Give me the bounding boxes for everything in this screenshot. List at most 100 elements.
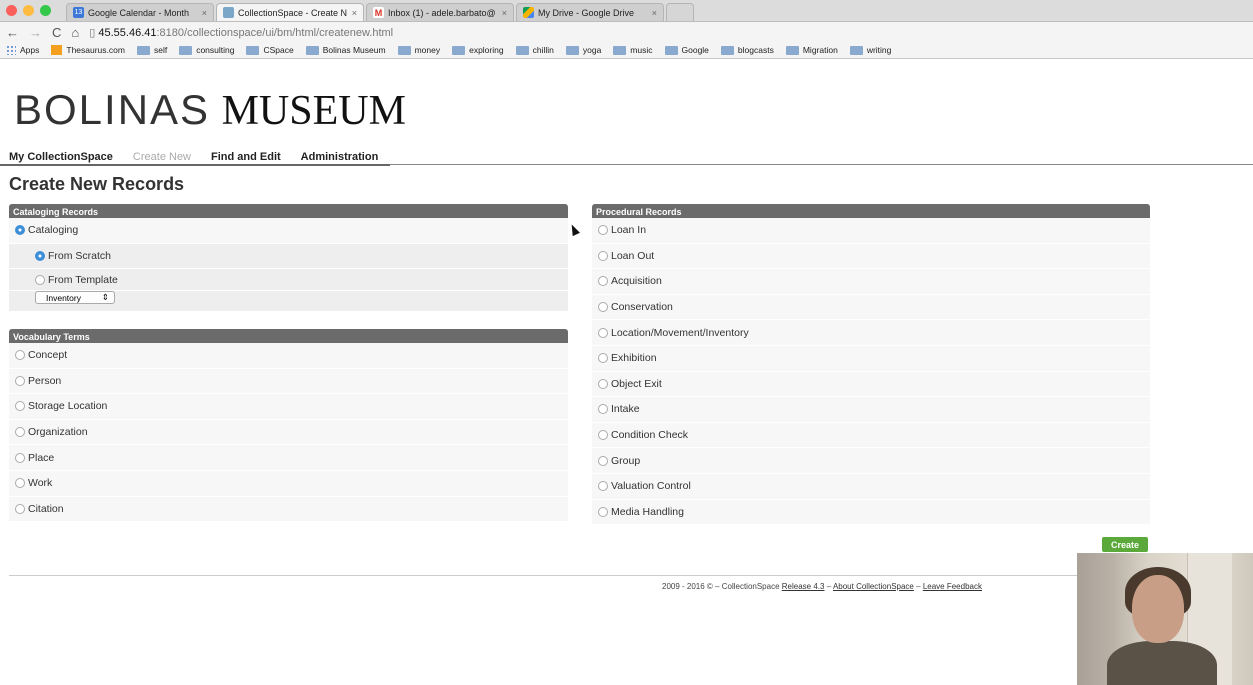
- radio-row-location-movement-inventory[interactable]: Location/Movement/Inventory: [592, 320, 1150, 346]
- forward-arrow-icon[interactable]: →: [29, 25, 42, 40]
- radio-unselected-icon[interactable]: [598, 353, 608, 364]
- bookmark-cspace[interactable]: CSpace: [246, 45, 294, 55]
- bookmarks-bar: Apps Thesaurus.com self consulting CSpac…: [0, 42, 1253, 59]
- radio-row-intake[interactable]: Intake: [592, 397, 1150, 423]
- radio-unselected-icon[interactable]: [598, 481, 608, 492]
- radio-unselected-icon[interactable]: [15, 478, 25, 489]
- radio-unselected-icon[interactable]: [15, 375, 25, 386]
- template-select-row: Inventory ⇕: [9, 291, 568, 311]
- webcam-person-face: [1132, 575, 1184, 643]
- url-field[interactable]: ▯ 45.55.46.41:8180/collectionspace/ui/bm…: [89, 26, 393, 39]
- about-link[interactable]: About CollectionSpace: [833, 582, 914, 591]
- radio-row-media-handling[interactable]: Media Handling: [592, 500, 1150, 526]
- radio-unselected-icon[interactable]: [598, 327, 608, 338]
- radio-row-valuation-control[interactable]: Valuation Control: [592, 474, 1150, 500]
- radio-row-conservation[interactable]: Conservation: [592, 295, 1150, 321]
- browser-tab-calendar[interactable]: 13 Google Calendar - Month ×: [66, 3, 214, 21]
- main-nav: My CollectionSpace Create New Find and E…: [9, 151, 398, 163]
- radio-row-person[interactable]: Person: [9, 369, 568, 395]
- radio-row-loan-out[interactable]: Loan Out: [592, 244, 1150, 270]
- new-tab-button[interactable]: [666, 3, 694, 21]
- feedback-link[interactable]: Leave Feedback: [923, 582, 982, 591]
- bookmark-chillin[interactable]: chillin: [515, 45, 554, 55]
- release-link[interactable]: Release 4.3: [782, 582, 825, 591]
- page-title: Create New Records: [9, 174, 185, 194]
- reload-icon[interactable]: C: [52, 25, 61, 40]
- radio-row-from-scratch[interactable]: From Scratch: [9, 244, 568, 270]
- folder-icon: [179, 45, 193, 55]
- create-button[interactable]: Create: [1102, 537, 1148, 552]
- radio-unselected-icon[interactable]: [598, 225, 608, 236]
- nav-find-and-edit[interactable]: Find and Edit: [211, 151, 288, 163]
- radio-row-storage-location[interactable]: Storage Location: [9, 394, 568, 420]
- radio-row-object-exit[interactable]: Object Exit: [592, 372, 1150, 398]
- bookmark-bolinas-museum[interactable]: Bolinas Museum: [305, 45, 386, 55]
- radio-row-place[interactable]: Place: [9, 445, 568, 471]
- radio-unselected-icon[interactable]: [598, 250, 608, 261]
- footer: 2009 - 2016 © – CollectionSpace Release …: [662, 582, 982, 591]
- close-window-icon[interactable]: [6, 5, 17, 16]
- close-tab-icon[interactable]: ×: [652, 8, 657, 18]
- radio-row-citation[interactable]: Citation: [9, 497, 568, 523]
- radio-row-concept[interactable]: Concept: [9, 343, 568, 369]
- cataloging-panel: Cataloging Records Cataloging From Scrat…: [9, 204, 568, 312]
- radio-unselected-icon[interactable]: [598, 378, 608, 389]
- close-tab-icon[interactable]: ×: [352, 8, 357, 18]
- browser-tab-collectionspace[interactable]: CollectionSpace - Create N ×: [216, 3, 364, 21]
- nav-administration[interactable]: Administration: [301, 151, 386, 163]
- radio-row-loan-in[interactable]: Loan In: [592, 218, 1150, 244]
- nav-create-new[interactable]: Create New: [133, 151, 198, 163]
- radio-unselected-icon[interactable]: [15, 427, 25, 438]
- browser-tab-drive[interactable]: My Drive - Google Drive ×: [516, 3, 664, 21]
- close-tab-icon[interactable]: ×: [202, 8, 207, 18]
- radio-row-cataloging[interactable]: Cataloging: [9, 218, 568, 244]
- radio-unselected-icon[interactable]: [15, 503, 25, 514]
- procedural-header: Procedural Records: [592, 204, 1150, 218]
- radio-row-group[interactable]: Group: [592, 448, 1150, 474]
- bookmark-blogcasts[interactable]: blogcasts: [720, 45, 774, 55]
- radio-unselected-icon[interactable]: [598, 276, 608, 287]
- radio-row-from-template[interactable]: From Template: [9, 269, 568, 292]
- folder-icon: [849, 45, 863, 55]
- radio-row-exhibition[interactable]: Exhibition: [592, 346, 1150, 372]
- bookmark-yoga[interactable]: yoga: [565, 45, 601, 55]
- maximize-window-icon[interactable]: [40, 5, 51, 16]
- bookmark-thesaurus[interactable]: Thesaurus.com: [51, 45, 125, 55]
- radio-unselected-icon[interactable]: [598, 430, 608, 441]
- radio-unselected-icon[interactable]: [15, 452, 25, 463]
- radio-selected-icon[interactable]: [35, 250, 45, 261]
- bookmark-google[interactable]: Google: [664, 45, 709, 55]
- minimize-window-icon[interactable]: [23, 5, 34, 16]
- radio-unselected-icon[interactable]: [35, 274, 45, 285]
- back-arrow-icon[interactable]: ←: [6, 25, 19, 40]
- bookmark-consulting[interactable]: consulting: [179, 45, 234, 55]
- radio-selected-icon[interactable]: [15, 225, 25, 236]
- bookmark-writing[interactable]: writing: [849, 45, 891, 55]
- bookmark-apps[interactable]: Apps: [6, 45, 39, 55]
- nav-divider: [0, 164, 390, 166]
- radio-row-organization[interactable]: Organization: [9, 420, 568, 446]
- bookmark-self[interactable]: self: [136, 45, 167, 55]
- radio-unselected-icon[interactable]: [598, 455, 608, 466]
- nav-my-collectionspace[interactable]: My CollectionSpace: [9, 151, 120, 163]
- radio-row-condition-check[interactable]: Condition Check: [592, 423, 1150, 449]
- radio-unselected-icon[interactable]: [15, 401, 25, 412]
- browser-tab-gmail[interactable]: M Inbox (1) - adele.barbato@ ×: [366, 3, 514, 21]
- radio-unselected-icon[interactable]: [15, 350, 25, 361]
- radio-row-work[interactable]: Work: [9, 471, 568, 497]
- close-tab-icon[interactable]: ×: [502, 8, 507, 18]
- template-select[interactable]: Inventory ⇕: [35, 291, 115, 305]
- bookmark-migration[interactable]: Migration: [785, 45, 838, 55]
- folder-icon: [515, 45, 529, 55]
- radio-row-acquisition[interactable]: Acquisition: [592, 269, 1150, 295]
- radio-unselected-icon[interactable]: [598, 404, 608, 415]
- radio-unselected-icon[interactable]: [598, 302, 608, 313]
- bookmark-money[interactable]: money: [397, 45, 440, 55]
- bookmark-exploring[interactable]: exploring: [452, 45, 504, 55]
- radio-unselected-icon[interactable]: [598, 506, 608, 517]
- home-icon[interactable]: ⌂: [71, 25, 79, 40]
- folder-icon: [664, 45, 678, 55]
- gmail-favicon-icon: M: [373, 7, 384, 18]
- footer-divider: [9, 575, 1079, 576]
- bookmark-music[interactable]: music: [613, 45, 653, 55]
